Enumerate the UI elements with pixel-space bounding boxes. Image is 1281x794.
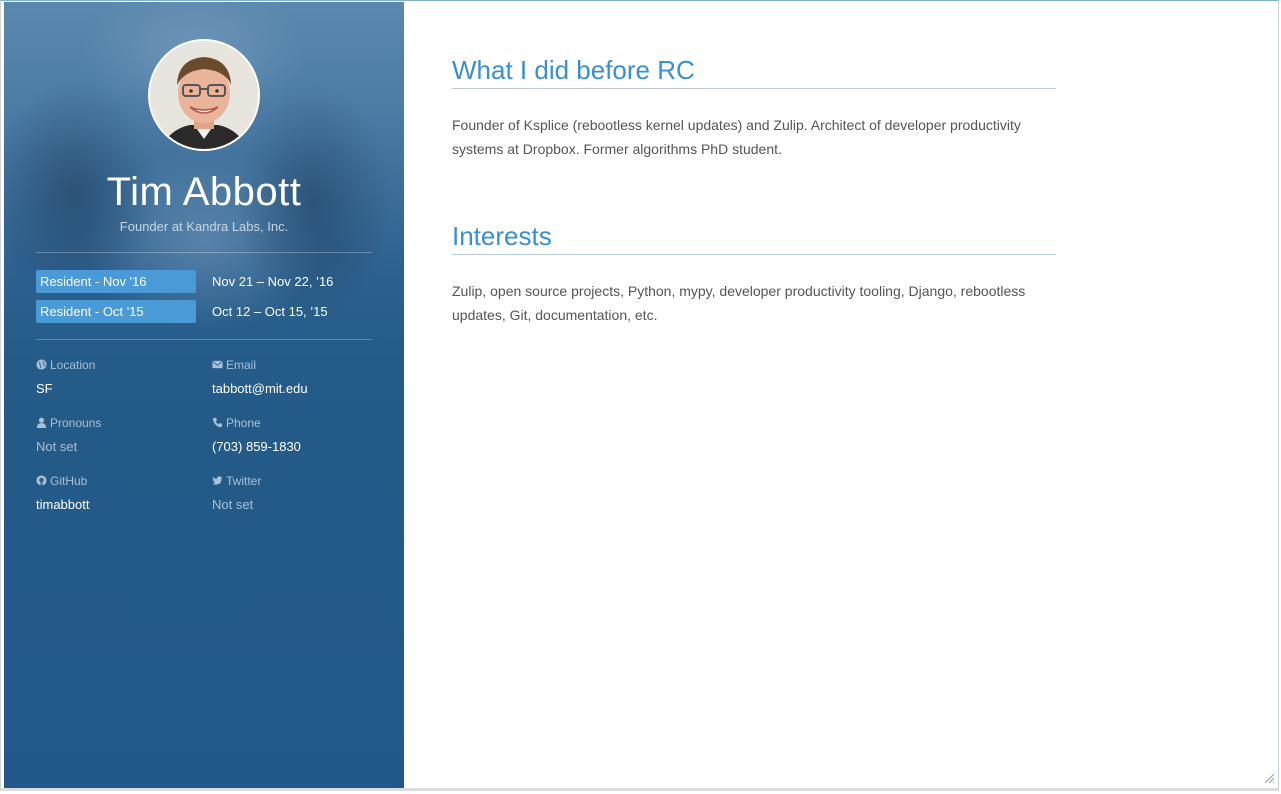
profile-main: What I did before RC Founder of Ksplice …: [404, 2, 1278, 788]
location-label: Location: [50, 358, 96, 372]
section-title-before-rc: What I did before RC: [452, 54, 1056, 89]
twitter-label: Twitter: [226, 474, 262, 488]
phone-field: Phone (703) 859-1830: [212, 415, 372, 455]
resize-grip-icon[interactable]: [1263, 772, 1275, 784]
envelope-icon: [212, 360, 223, 369]
email-field: Email tabbott@mit.edu: [212, 357, 372, 397]
avatar[interactable]: [148, 39, 260, 151]
github-icon: [36, 475, 47, 486]
profile-sidebar: Tim Abbott Founder at Kandra Labs, Inc. …: [4, 2, 404, 788]
batch-row: Resident - Oct '15 Oct 12 – Oct 15, ’15: [36, 300, 376, 323]
twitter-value: Not set: [212, 497, 254, 512]
github-label: GitHub: [50, 474, 88, 488]
pronouns-label: Pronouns: [50, 416, 102, 430]
divider: [36, 339, 372, 340]
twitter-icon: [212, 476, 223, 485]
email-label: Email: [226, 358, 257, 372]
section-title-interests: Interests: [452, 220, 1056, 255]
location-field: Location SF: [36, 357, 196, 397]
github-field: GitHub timabbott: [36, 473, 196, 513]
batch-dates: Oct 12 – Oct 15, ’15: [212, 304, 328, 319]
pronouns-value: Not set: [36, 439, 78, 454]
location-value: SF: [36, 381, 53, 396]
pronouns-field: Pronouns Not set: [36, 415, 196, 455]
batch-row: Resident - Nov '16 Nov 21 – Nov 22, ’16: [36, 270, 376, 293]
divider: [36, 252, 372, 253]
section-body-before-rc: Founder of Ksplice (rebootless kernel up…: [452, 117, 1021, 157]
user-icon: [36, 417, 47, 428]
batch-badge[interactable]: Resident - Oct '15: [36, 300, 196, 323]
profile-subtitle: Founder at Kandra Labs, Inc.: [119, 219, 289, 234]
profile-page: Tim Abbott Founder at Kandra Labs, Inc. …: [0, 0, 1279, 791]
phone-value: (703) 859-1830: [212, 439, 301, 454]
section-body-interests: Zulip, open source projects, Python, myp…: [452, 283, 1026, 323]
github-value[interactable]: timabbott: [36, 497, 196, 513]
profile-name: Tim Abbott: [106, 170, 302, 214]
phone-icon: [212, 417, 223, 428]
avatar-image: [150, 41, 258, 149]
phone-label: Phone: [226, 416, 261, 430]
batch-dates: Nov 21 – Nov 22, ’16: [212, 274, 334, 289]
batch-badge[interactable]: Resident - Nov '16: [36, 270, 196, 293]
globe-icon: [36, 359, 47, 370]
email-value[interactable]: tabbott@mit.edu: [212, 381, 372, 397]
twitter-field: Twitter Not set: [212, 473, 372, 513]
